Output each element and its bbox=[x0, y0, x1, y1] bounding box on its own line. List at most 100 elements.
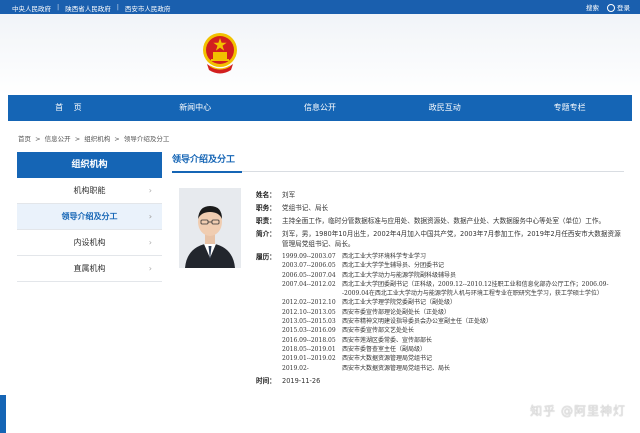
nav-news[interactable]: 新闻中心 bbox=[133, 95, 258, 121]
gov-link-xian[interactable]: 西安市人民政府 bbox=[125, 3, 171, 13]
breadcrumb-current: 领导介绍及分工 bbox=[123, 135, 170, 143]
resume-desc: 西安市精神文明建设指导委员会办公室副主任（正处级） bbox=[342, 318, 493, 326]
main-nav: 首 页 新闻中心 信息公开 政民互动 专题专栏 bbox=[8, 95, 632, 121]
portrait-image bbox=[179, 188, 241, 268]
leader-info: 姓名： 刘军 职务： 党组书记、局长 职责： 主持全面工作，临时分管数据标准与应… bbox=[256, 190, 624, 389]
resume-desc: 西北工业大学团委副书记（正科级，2009.12--2010.12挂职工业和信息化… bbox=[342, 280, 609, 298]
publish-time: 2019-11-26 bbox=[282, 376, 321, 385]
sidebar-item-label: 机构职能 bbox=[73, 186, 106, 195]
resume-period: 2006.05--2007.04 bbox=[282, 271, 336, 279]
info-label: 职责： bbox=[256, 217, 276, 225]
info-row-time: 时间： 2019-11-26 bbox=[256, 376, 624, 386]
resume-desc: 西安市大数据资源管理局党组书记 bbox=[342, 355, 433, 363]
user-icon bbox=[607, 4, 615, 12]
resume-period: 2015.03--2016.09 bbox=[282, 327, 336, 335]
resume-item: 2013.05--2015.03 西安市精神文明建设指导委员会办公室副主任（正处级… bbox=[282, 317, 624, 326]
sidebar-item-label: 内设机构 bbox=[73, 238, 106, 247]
sidebar-item-label: 领导介绍及分工 bbox=[61, 212, 118, 221]
resume-period: 2012.10--2013.05 bbox=[282, 308, 336, 316]
resume-period: 2019.01--2019.02 bbox=[282, 355, 336, 363]
chevron-right-icon: › bbox=[148, 238, 152, 247]
info-label: 履历： bbox=[256, 253, 276, 261]
top-actions: 搜索 登录 bbox=[586, 2, 630, 12]
resume-period: 2018.05--2019.01 bbox=[282, 345, 336, 353]
chevron-right-icon: › bbox=[148, 212, 152, 221]
resume-item: 2016.09--2018.05 西安市莲湖区委常委、宣传部部长 bbox=[282, 336, 624, 345]
breadcrumb-org[interactable]: 组织机构 bbox=[84, 135, 110, 143]
leader-position: 党组书记、局长 bbox=[282, 204, 329, 212]
login-link[interactable]: 登录 bbox=[607, 2, 630, 12]
resume-period: 2016.09--2018.05 bbox=[282, 336, 336, 344]
info-row-duty: 职责： 主持全面工作，临时分管数据标准与应用处、数据资源处、数据产业处、大数据服… bbox=[256, 216, 624, 226]
resume-item: 2015.03--2016.09 西安市委宣传部文艺处处长 bbox=[282, 326, 624, 335]
separator: | bbox=[116, 3, 119, 11]
resume-item: 2006.05--2007.04 西北工业大学动力与能源学院副科级辅导员 bbox=[282, 271, 624, 280]
resume-desc: 西北工业大学理学院党委副书记（副处级） bbox=[342, 299, 457, 307]
resume-period: 2013.05--2015.03 bbox=[282, 318, 336, 326]
resume-item: 2007.04--2012.02 西北工业大学团委副书记（正科级，2009.12-… bbox=[282, 280, 624, 299]
breadcrumb-info[interactable]: 信息公开 bbox=[45, 135, 71, 143]
resume-item: 2019.02- 西安市大数据资源管理局党组书记、局长 bbox=[282, 364, 624, 373]
chevron-right-icon: › bbox=[148, 186, 152, 195]
resume-item: 2012.02--2012.10 西北工业大学理学院党委副书记（副处级） bbox=[282, 298, 624, 307]
left-edge-accent bbox=[0, 395, 6, 433]
resume-item: 2012.10--2013.05 西安市委宣传部理论处副处长（正处级） bbox=[282, 308, 624, 317]
info-label: 简介： bbox=[256, 230, 276, 238]
page-title: 领导介绍及分工 bbox=[172, 152, 624, 173]
sidebar-item-functions[interactable]: 机构职能 › bbox=[17, 178, 162, 204]
info-label: 职务： bbox=[256, 204, 276, 212]
nav-topics[interactable]: 专题专栏 bbox=[507, 95, 632, 121]
sidebar-item-internal[interactable]: 内设机构 › bbox=[17, 230, 162, 256]
resume-period: 2003.07--2006.05 bbox=[282, 262, 336, 270]
breadcrumb-sep: > bbox=[114, 135, 120, 143]
site-header bbox=[0, 14, 640, 95]
national-emblem-icon bbox=[203, 33, 237, 74]
sidebar-item-label: 直属机构 bbox=[73, 264, 106, 273]
breadcrumb-home[interactable]: 首页 bbox=[18, 135, 31, 143]
leader-duty: 主持全面工作，临时分管数据标准与应用处、数据资源处、数据产业处、大数据服务中心等… bbox=[282, 217, 606, 225]
leader-intro: 刘军，男，1980年10月出生，2002年4月加入中国共产党，2003年7月参加… bbox=[282, 230, 621, 248]
resume-period: 2012.02--2012.10 bbox=[282, 299, 336, 307]
resume-item: 2019.01--2019.02 西安市大数据资源管理局党组书记 bbox=[282, 354, 624, 363]
resume-desc: 西安市莲湖区委常委、宣传部部长 bbox=[342, 336, 433, 344]
resume-desc: 西北工业大学动力与能源学院副科级辅导员 bbox=[342, 271, 457, 279]
info-label: 姓名： bbox=[256, 191, 276, 199]
resume-desc: 西安市委督查室主任（副局级） bbox=[342, 345, 427, 353]
breadcrumb: 首页 > 信息公开 > 组织机构 > 领导介绍及分工 bbox=[18, 133, 171, 143]
login-label: 登录 bbox=[617, 4, 630, 12]
breadcrumb-sep: > bbox=[74, 135, 81, 143]
resume-desc: 西北工业大学学生辅导员、分团委书记 bbox=[342, 262, 445, 270]
nav-info-disclosure[interactable]: 信息公开 bbox=[258, 95, 383, 121]
breadcrumb-sep: > bbox=[35, 135, 41, 143]
nav-home[interactable]: 首 页 bbox=[8, 95, 133, 121]
watermark: 知乎 @阿里神灯 bbox=[530, 404, 626, 418]
sidebar-item-leaders[interactable]: 领导介绍及分工 › bbox=[17, 204, 162, 230]
main-content: 领导介绍及分工 姓名： 刘军 职务： 党组书记、局长 职责： 主持全面工作，临时… bbox=[172, 152, 624, 385]
resume-item: 2018.05--2019.01 西安市委督查室主任（副局级） bbox=[282, 345, 624, 354]
resume-item: 1999.09--2003.07 西北工业大学环境科学专业学习 bbox=[282, 252, 624, 261]
gov-link-central[interactable]: 中央人民政府 bbox=[12, 3, 51, 13]
resume-period: 2007.04--2012.02 bbox=[282, 280, 336, 288]
resume-item: 2003.07--2006.05 西北工业大学学生辅导员、分团委书记 bbox=[282, 261, 624, 270]
nav-interaction[interactable]: 政民互动 bbox=[382, 95, 507, 121]
gov-links: 中央人民政府 | 陕西省人民政府 | 西安市人民政府 bbox=[12, 3, 170, 13]
info-row-position: 职务： 党组书记、局长 bbox=[256, 203, 624, 213]
resume-period: 1999.09--2003.07 bbox=[282, 253, 336, 260]
leader-name: 刘军 bbox=[282, 191, 296, 199]
sidebar: 组织机构 机构职能 › 领导介绍及分工 › 内设机构 › 直属机构 › bbox=[17, 152, 162, 282]
leader-photo bbox=[179, 188, 241, 268]
info-row-resume: 履历： 1999.09--2003.07 西北工业大学环境科学专业学习 2003.0… bbox=[256, 252, 624, 373]
separator: | bbox=[57, 3, 60, 11]
sidebar-item-affiliated[interactable]: 直属机构 › bbox=[17, 256, 162, 282]
info-label: 时间： bbox=[256, 376, 276, 385]
resume-desc: 西安市大数据资源管理局党组书记、局长 bbox=[342, 364, 451, 372]
info-row-intro: 简介： 刘军，男，1980年10月出生，2002年4月加入中国共产党，2003年… bbox=[256, 229, 624, 249]
chevron-right-icon: › bbox=[148, 264, 152, 273]
search-link[interactable]: 搜索 bbox=[586, 2, 599, 12]
gov-link-shaanxi[interactable]: 陕西省人民政府 bbox=[65, 3, 111, 13]
top-bar: 中央人民政府 | 陕西省人民政府 | 西安市人民政府 搜索 登录 bbox=[0, 0, 640, 14]
resume-desc: 西安市委宣传部文艺处处长 bbox=[342, 327, 415, 335]
resume-desc: 西安市委宣传部理论处副处长（正处级） bbox=[342, 308, 451, 316]
resume-list: 1999.09--2003.07 西北工业大学环境科学专业学习 2003.07--2… bbox=[282, 252, 624, 373]
resume-period: 2019.02- bbox=[282, 364, 309, 372]
